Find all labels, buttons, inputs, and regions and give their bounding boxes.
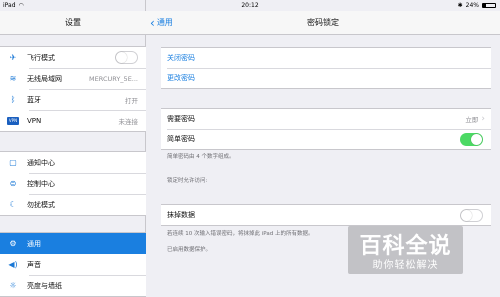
- battery-fill: [483, 4, 486, 7]
- turn-passcode-off-label: 关闭密码: [167, 54, 195, 62]
- toggle-knob: [471, 133, 482, 145]
- simple-passcode-label: 简单密码: [167, 135, 195, 143]
- sidebar-group-connectivity: ✈ 飞行模式 ≋ 无线局域网 MERCURY_5E... ᛒ 蓝牙 打开 VPN…: [0, 46, 146, 132]
- simple-passcode-row: 简单密码: [161, 129, 491, 149]
- do-not-disturb-icon: ☾: [9, 200, 17, 209]
- sidebar-item-control-center[interactable]: ⊜ 控制中心: [0, 173, 146, 194]
- toggle-knob: [116, 52, 127, 63]
- gear-icon: ⚙: [9, 239, 17, 248]
- erase-data-row: 抹掉数据: [161, 205, 491, 225]
- erase-data-note: 若连续 10 次输入错误密码，将抹掉此 iPad 上的所有数据。: [167, 231, 314, 237]
- passcode-actions-group: 关闭密码 更改密码: [161, 47, 491, 89]
- brightness-icon: ☼: [9, 281, 17, 290]
- control-center-icon: ⊜: [9, 179, 17, 188]
- erase-data-group: 抹掉数据: [161, 204, 491, 226]
- vpn-value: 未连接: [118, 117, 139, 126]
- toggle-knob: [461, 209, 472, 221]
- turn-passcode-off-button[interactable]: 关闭密码: [161, 48, 491, 68]
- passcode-options-group: 需要密码 立即 › 简单密码: [161, 108, 491, 150]
- change-passcode-button[interactable]: 更改密码: [161, 68, 491, 88]
- nav-bar: ‹ 通用 密码锁定: [146, 11, 500, 35]
- simple-passcode-toggle[interactable]: [460, 132, 483, 146]
- airplane-mode-toggle[interactable]: [115, 51, 138, 64]
- sidebar-item-brightness-wallpaper[interactable]: ☼ 亮度与墙纸: [0, 275, 146, 296]
- chevron-right-icon: ›: [481, 114, 485, 124]
- simple-passcode-note: 简单密码由 4 个数字组成。: [167, 154, 235, 160]
- sidebar-group-notifications: ▢ 通知中心 ⊜ 控制中心 ☾ 勿扰模式: [0, 151, 146, 216]
- require-passcode-label: 需要密码: [167, 115, 195, 123]
- allow-access-header: 锁定时允许访问:: [167, 178, 208, 184]
- sidebar-item-sounds[interactable]: ◀) 声音: [0, 254, 146, 275]
- sidebar-item-label: 亮度与墙纸: [27, 281, 62, 290]
- sidebar-item-label: 通知中心: [27, 158, 55, 167]
- battery-icon: [482, 3, 496, 8]
- watermark-subtitle: 助你轻松解决: [372, 260, 439, 271]
- vpn-icon: VPN: [7, 116, 19, 125]
- sidebar-item-do-not-disturb[interactable]: ☾ 勿扰模式: [0, 194, 146, 215]
- sidebar-item-airplane-mode[interactable]: ✈ 飞行模式: [0, 47, 146, 68]
- sidebar-item-general[interactable]: ⚙ 通用: [0, 233, 146, 254]
- status-time: 20:12: [241, 2, 259, 9]
- airplane-icon: ✈: [9, 53, 17, 62]
- sidebar-item-vpn[interactable]: VPN VPN 未连接: [0, 110, 146, 131]
- erase-data-label: 抹掉数据: [167, 211, 195, 219]
- require-passcode-row[interactable]: 需要密码 立即 ›: [161, 109, 491, 129]
- bluetooth-value: 打开: [125, 96, 138, 105]
- sidebar-item-label: 飞行模式: [27, 53, 55, 62]
- speaker-icon: ◀): [8, 260, 18, 269]
- wifi-network-value: MERCURY_5E...: [89, 74, 138, 83]
- sidebar-item-label: 蓝牙: [27, 95, 41, 104]
- sidebar-item-label: 无线局域网: [27, 74, 62, 83]
- erase-data-toggle[interactable]: [460, 208, 483, 222]
- battery-percent: 24%: [465, 2, 479, 9]
- status-right: ✱ 24%: [458, 0, 496, 11]
- sidebar-item-label: 声音: [27, 260, 41, 269]
- sidebar-group-general: ⚙ 通用 ◀) 声音 ☼ 亮度与墙纸: [0, 232, 146, 297]
- bluetooth-icon: ᛒ: [10, 95, 16, 104]
- require-passcode-value: 立即: [465, 116, 479, 124]
- sidebar-item-label: 通用: [27, 239, 41, 248]
- sidebar-item-label: VPN: [27, 116, 42, 125]
- watermark-logo: 百科全说 助你轻松解决: [348, 226, 463, 274]
- bluetooth-icon: ✱: [457, 2, 463, 9]
- page-title: 密码锁定: [307, 18, 339, 27]
- settings-sidebar: 设置 ✈ 飞行模式 ≋ 无线局域网 MERCURY_5E... ᛒ 蓝牙 打开 …: [0, 0, 146, 297]
- data-protection-note: 已启用数据保护。: [167, 247, 212, 253]
- sidebar-item-notification-center[interactable]: ▢ 通知中心: [0, 152, 146, 173]
- status-bar: iPad ◠ 20:12 ✱ 24%: [0, 0, 500, 11]
- sidebar-item-bluetooth[interactable]: ᛒ 蓝牙 打开: [0, 89, 146, 110]
- wifi-icon: ≋: [9, 74, 17, 83]
- sidebar-item-label: 勿扰模式: [27, 200, 55, 209]
- sidebar-title: 设置: [0, 11, 146, 35]
- sidebar-item-wifi[interactable]: ≋ 无线局域网 MERCURY_5E...: [0, 68, 146, 89]
- notification-center-icon: ▢: [9, 158, 17, 167]
- sidebar-item-label: 控制中心: [27, 179, 55, 188]
- change-passcode-label: 更改密码: [167, 74, 195, 82]
